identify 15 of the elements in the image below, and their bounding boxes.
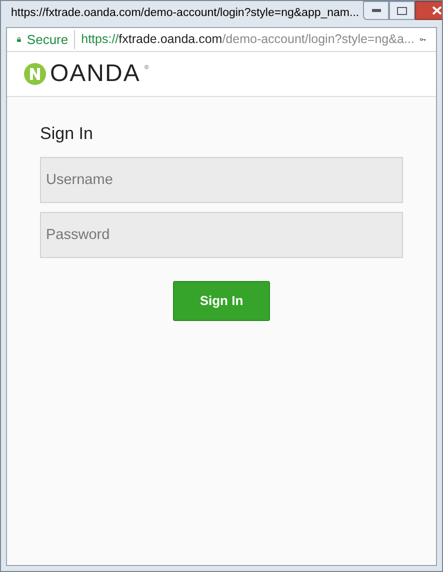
username-field[interactable]: Username — [40, 156, 403, 202]
secure-label: Secure — [26, 30, 76, 50]
form-title: Sign In — [40, 123, 94, 145]
minimize-button[interactable] — [363, 1, 390, 20]
address-bar[interactable]: Secure https://fxtrade.oanda.com/demo-account/login?style=ng&a... — [7, 28, 436, 52]
window-title: https://fxtrade.oanda.com/demo-account/login?style=ng&app_nam... — [11, 6, 360, 22]
maximize-icon — [397, 6, 408, 14]
key-icon — [420, 36, 426, 43]
minimize-icon — [372, 9, 381, 12]
url-text: https://fxtrade.oanda.com/demo-account/login?style=ng&a... — [81, 31, 414, 48]
password-field[interactable]: Password — [40, 212, 403, 258]
logo-text: OANDA — [50, 62, 140, 86]
close-icon — [432, 6, 442, 15]
logo-icon — [24, 63, 46, 85]
maximize-button[interactable] — [389, 1, 416, 20]
